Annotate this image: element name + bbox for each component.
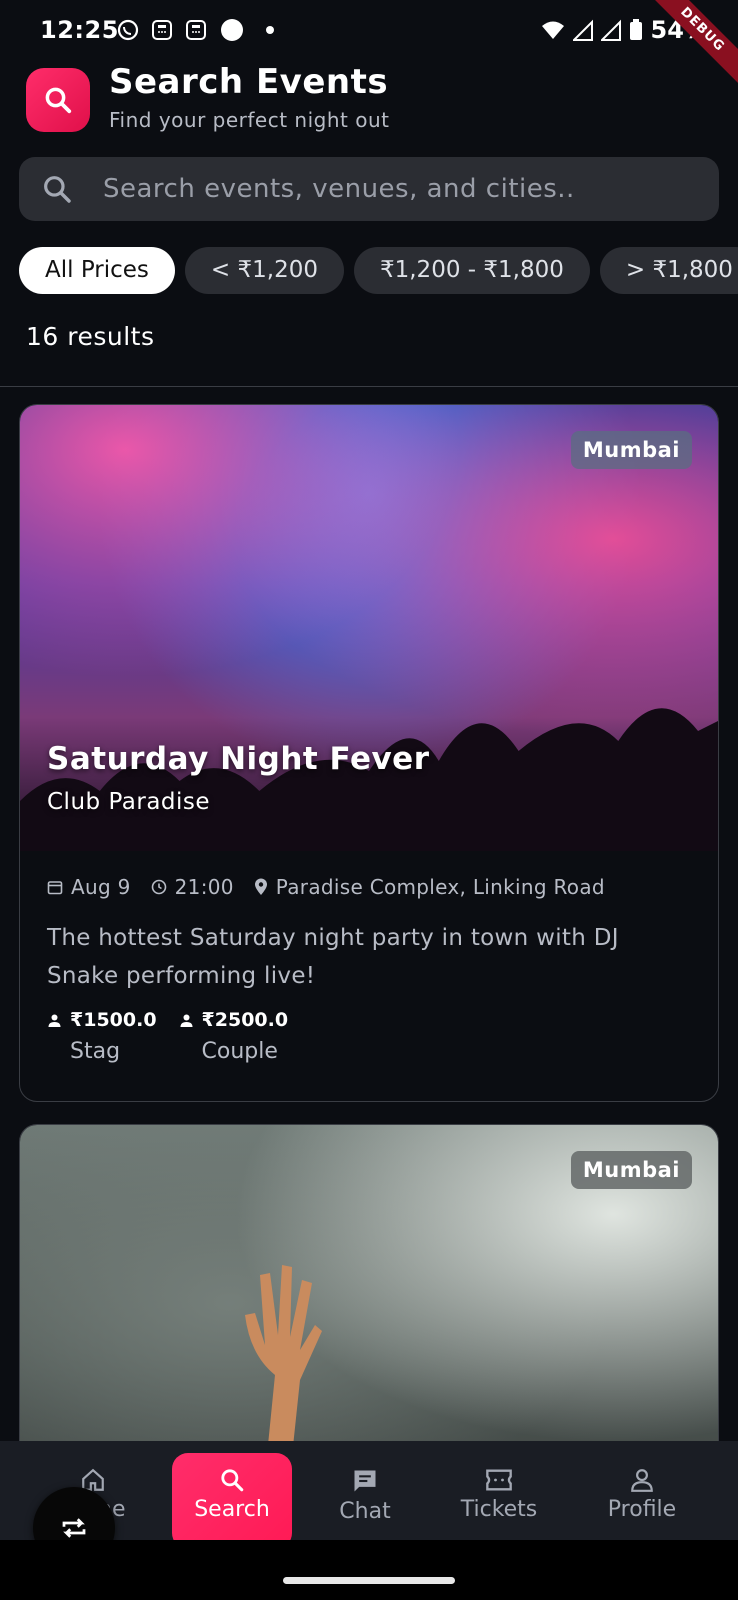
page-subtitle: Find your perfect night out xyxy=(109,108,390,132)
event-time-text: 21:00 xyxy=(174,875,234,899)
event-card[interactable]: Mumbai Saturday Night Fever Club Paradis… xyxy=(19,404,719,1102)
app-logo xyxy=(26,68,90,132)
price-amount: ₹2500.0 xyxy=(201,1009,289,1031)
home-indicator[interactable] xyxy=(283,1577,455,1584)
repeat-icon xyxy=(62,1518,86,1538)
nav-label: Tickets xyxy=(460,1497,538,1522)
nav-label: Search xyxy=(194,1497,270,1522)
search-icon xyxy=(45,87,72,114)
divider xyxy=(0,386,738,387)
event-image: Mumbai Saturday Night Fever Club Paradis… xyxy=(20,405,718,851)
search-icon xyxy=(44,176,71,203)
price-stag: ₹1500.0 Stag xyxy=(47,1009,157,1064)
event-date-text: Aug 9 xyxy=(71,875,131,899)
event-location-text: Paradise Complex, Linking Road xyxy=(275,875,605,899)
event-time: 21:00 xyxy=(151,875,234,899)
nav-tickets[interactable]: Tickets xyxy=(439,1441,559,1540)
price-label: Couple xyxy=(201,1039,278,1064)
nav-label: Chat xyxy=(339,1499,391,1524)
ticket-icon xyxy=(486,1469,512,1491)
nav-profile[interactable]: Profile xyxy=(582,1441,702,1540)
system-nav-bar xyxy=(0,1540,738,1600)
calculator-icon xyxy=(152,20,172,40)
person-icon xyxy=(48,1014,61,1027)
price-couple: ₹2500.0 Couple xyxy=(179,1009,289,1064)
chip-all-prices[interactable]: All Prices xyxy=(19,247,175,294)
price-amount: ₹1500.0 xyxy=(70,1009,157,1031)
nav-chat[interactable]: Chat xyxy=(305,1441,425,1540)
event-card[interactable]: Mumbai xyxy=(19,1124,719,1484)
calendar-icon xyxy=(47,881,63,895)
person-icon xyxy=(180,1014,193,1027)
event-description: The hottest Saturday night party in town… xyxy=(47,925,619,989)
chip-over-1800[interactable]: > ₹1,800 xyxy=(599,247,738,294)
price-filter-chips: All Prices < ₹1,200 ₹1,200 - ₹1,800 > ₹1,80… xyxy=(19,247,738,294)
chip-1200-1800[interactable]: ₹1,200 - ₹1,800 xyxy=(353,247,590,294)
city-badge: Mumbai xyxy=(570,431,692,469)
search-input[interactable] xyxy=(103,157,703,221)
chip-under-1200[interactable]: < ₹1,200 xyxy=(184,247,344,294)
nav-search[interactable]: Search xyxy=(172,1453,292,1549)
signal-icon xyxy=(572,19,593,41)
whatsapp-icon xyxy=(117,19,139,41)
price-label: Stag xyxy=(70,1039,121,1064)
event-prices: ₹1500.0 Stag ₹2500.0 Couple xyxy=(47,1009,310,1064)
nav-label: Profile xyxy=(607,1497,677,1522)
location-pin-icon xyxy=(254,878,267,895)
status-bar: 12:25 54% DEBUG xyxy=(0,0,738,96)
chat-icon xyxy=(354,1470,376,1492)
profile-icon xyxy=(631,1469,653,1492)
event-venue: Club Paradise xyxy=(47,789,211,815)
status-time: 12:25 xyxy=(40,16,119,44)
signal-icon xyxy=(600,19,621,41)
event-location: Paradise Complex, Linking Road xyxy=(254,875,605,899)
battery-icon xyxy=(629,19,642,40)
results-count: 16 results xyxy=(26,322,155,351)
clock-icon xyxy=(151,879,166,895)
city-badge: Mumbai xyxy=(570,1151,692,1189)
dot-icon xyxy=(266,26,274,34)
page-title: Search Events xyxy=(109,62,389,102)
event-date: Aug 9 xyxy=(47,875,131,899)
wifi-icon xyxy=(541,21,564,39)
circle-notification-icon xyxy=(221,19,243,41)
event-meta: Aug 9 21:00 Paradise Complex, Linking Ro… xyxy=(47,875,625,899)
search-bar[interactable] xyxy=(19,157,719,221)
calculator-icon xyxy=(186,20,206,40)
event-image: Mumbai xyxy=(20,1125,718,1483)
search-icon xyxy=(221,1469,244,1492)
event-title: Saturday Night Fever xyxy=(47,741,430,777)
app-header: Search Events Find your perfect night ou… xyxy=(0,60,738,144)
